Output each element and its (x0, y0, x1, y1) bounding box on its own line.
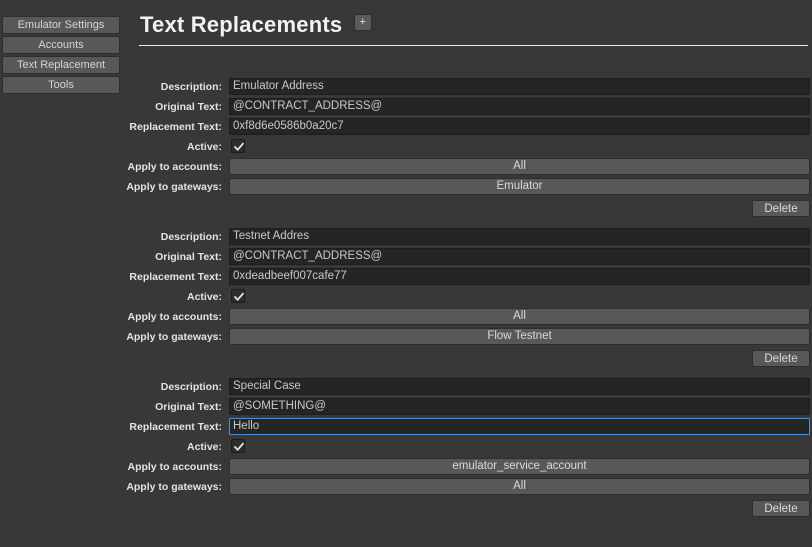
original-text-row: Original Text: @CONTRACT_ADDRESS@ (0, 248, 812, 268)
checkmark-icon (233, 141, 245, 153)
text-replacements-list: Description: Emulator Address Original T… (0, 78, 812, 528)
description-label: Description: (0, 378, 222, 396)
active-label: Active: (0, 138, 222, 156)
original-text-row: Original Text: @SOMETHING@ (0, 398, 812, 418)
active-row: Active: (0, 138, 812, 158)
description-input[interactable]: Special Case (229, 378, 810, 395)
description-row: Description: Testnet Addres (0, 228, 812, 248)
apply-to-accounts-label: Apply to accounts: (0, 458, 222, 476)
delete-button[interactable]: Delete (752, 350, 810, 367)
replacement-text-row: Replacement Text: Hello (0, 418, 812, 438)
original-text-label: Original Text: (0, 398, 222, 416)
description-row: Description: Emulator Address (0, 78, 812, 98)
emulator-settings-window: Emulator Settings Accounts Text Replacem… (0, 0, 812, 547)
active-checkbox[interactable] (231, 289, 245, 303)
text-replacement-entry: Description: Special Case Original Text:… (0, 378, 812, 518)
description-input[interactable]: Emulator Address (229, 78, 810, 95)
active-row: Active: (0, 288, 812, 308)
apply-to-gateways-label: Apply to gateways: (0, 478, 222, 496)
original-text-input[interactable]: @CONTRACT_ADDRESS@ (229, 248, 810, 265)
apply-to-accounts-label: Apply to accounts: (0, 308, 222, 326)
apply-to-accounts-row: Apply to accounts: All (0, 308, 812, 328)
replacement-text-row: Replacement Text: 0xf8d6e0586b0a20c7 (0, 118, 812, 138)
text-replacement-entry: Description: Testnet Addres Original Tex… (0, 228, 812, 368)
original-text-label: Original Text: (0, 98, 222, 116)
replacement-text-input[interactable]: Hello (229, 418, 810, 435)
apply-to-gateways-label: Apply to gateways: (0, 328, 222, 346)
active-checkbox[interactable] (231, 439, 245, 453)
active-label: Active: (0, 288, 222, 306)
apply-to-accounts-dropdown[interactable]: All (229, 308, 810, 325)
page-title: Text Replacements (140, 12, 342, 38)
description-row: Description: Special Case (0, 378, 812, 398)
sidebar-item-accounts[interactable]: Accounts (2, 36, 120, 54)
replacement-text-label: Replacement Text: (0, 268, 222, 286)
active-row: Active: (0, 438, 812, 458)
apply-to-accounts-label: Apply to accounts: (0, 158, 222, 176)
original-text-row: Original Text: @CONTRACT_ADDRESS@ (0, 98, 812, 118)
apply-to-gateways-dropdown[interactable]: Flow Testnet (229, 328, 810, 345)
replacement-text-label: Replacement Text: (0, 118, 222, 136)
sidebar-item-text-replacement[interactable]: Text Replacement (2, 56, 120, 74)
text-replacement-entry: Description: Emulator Address Original T… (0, 78, 812, 218)
apply-to-gateways-label: Apply to gateways: (0, 178, 222, 196)
delete-row: Delete (0, 498, 812, 518)
apply-to-accounts-dropdown[interactable]: All (229, 158, 810, 175)
checkmark-icon (233, 441, 245, 453)
apply-to-gateways-row: Apply to gateways: All (0, 478, 812, 498)
original-text-input[interactable]: @CONTRACT_ADDRESS@ (229, 98, 810, 115)
apply-to-gateways-row: Apply to gateways: Flow Testnet (0, 328, 812, 348)
replacement-text-input[interactable]: 0xdeadbeef007cafe77 (229, 268, 810, 285)
delete-row: Delete (0, 348, 812, 368)
original-text-input[interactable]: @SOMETHING@ (229, 398, 810, 415)
active-label: Active: (0, 438, 222, 456)
apply-to-accounts-row: Apply to accounts: emulator_service_acco… (0, 458, 812, 478)
description-label: Description: (0, 228, 222, 246)
replacement-text-label: Replacement Text: (0, 418, 222, 436)
checkmark-icon (233, 291, 245, 303)
apply-to-accounts-row: Apply to accounts: All (0, 158, 812, 178)
delete-button[interactable]: Delete (752, 200, 810, 217)
description-input[interactable]: Testnet Addres (229, 228, 810, 245)
header-divider (139, 45, 808, 46)
apply-to-gateways-dropdown[interactable]: Emulator (229, 178, 810, 195)
apply-to-accounts-dropdown[interactable]: emulator_service_account (229, 458, 810, 475)
add-replacement-button[interactable]: + (354, 14, 372, 31)
description-label: Description: (0, 78, 222, 96)
delete-row: Delete (0, 198, 812, 218)
sidebar-item-emulator-settings[interactable]: Emulator Settings (2, 16, 120, 34)
header: Text Replacements + (140, 12, 808, 46)
apply-to-gateways-row: Apply to gateways: Emulator (0, 178, 812, 198)
replacement-text-row: Replacement Text: 0xdeadbeef007cafe77 (0, 268, 812, 288)
active-checkbox[interactable] (231, 139, 245, 153)
delete-button[interactable]: Delete (752, 500, 810, 517)
original-text-label: Original Text: (0, 248, 222, 266)
apply-to-gateways-dropdown[interactable]: All (229, 478, 810, 495)
replacement-text-input[interactable]: 0xf8d6e0586b0a20c7 (229, 118, 810, 135)
